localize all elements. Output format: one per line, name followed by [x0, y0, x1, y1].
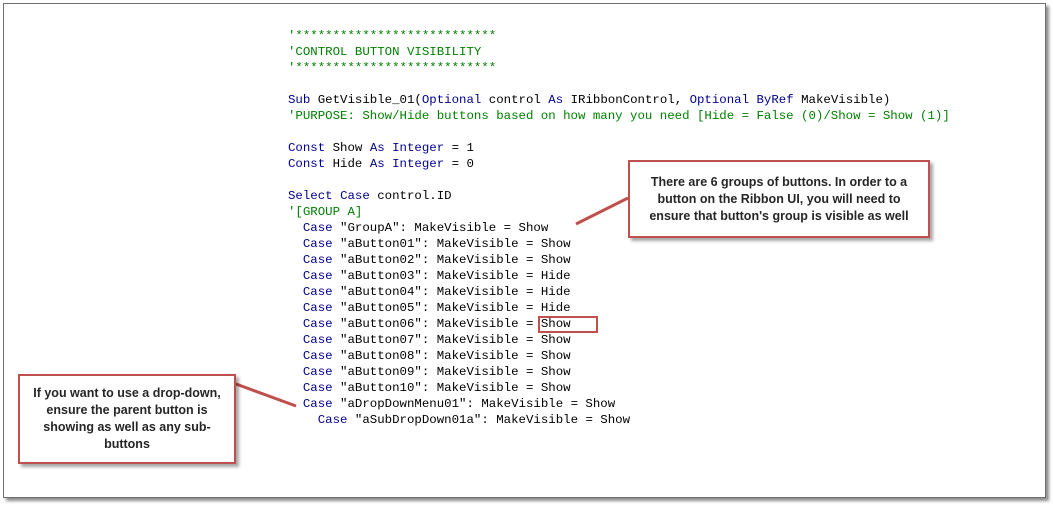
groups-callout-text: There are 6 groups of buttons. In order …: [649, 174, 909, 223]
dropdown-callout: If you want to use a drop-down, ensure t…: [18, 374, 236, 464]
dropdown-callout-arrow: [235, 382, 297, 408]
dropdown-callout-text: If you want to use a drop-down, ensure t…: [33, 386, 221, 451]
groups-callout-arrow: [575, 196, 629, 226]
groups-callout: There are 6 groups of buttons. In order …: [628, 160, 930, 238]
